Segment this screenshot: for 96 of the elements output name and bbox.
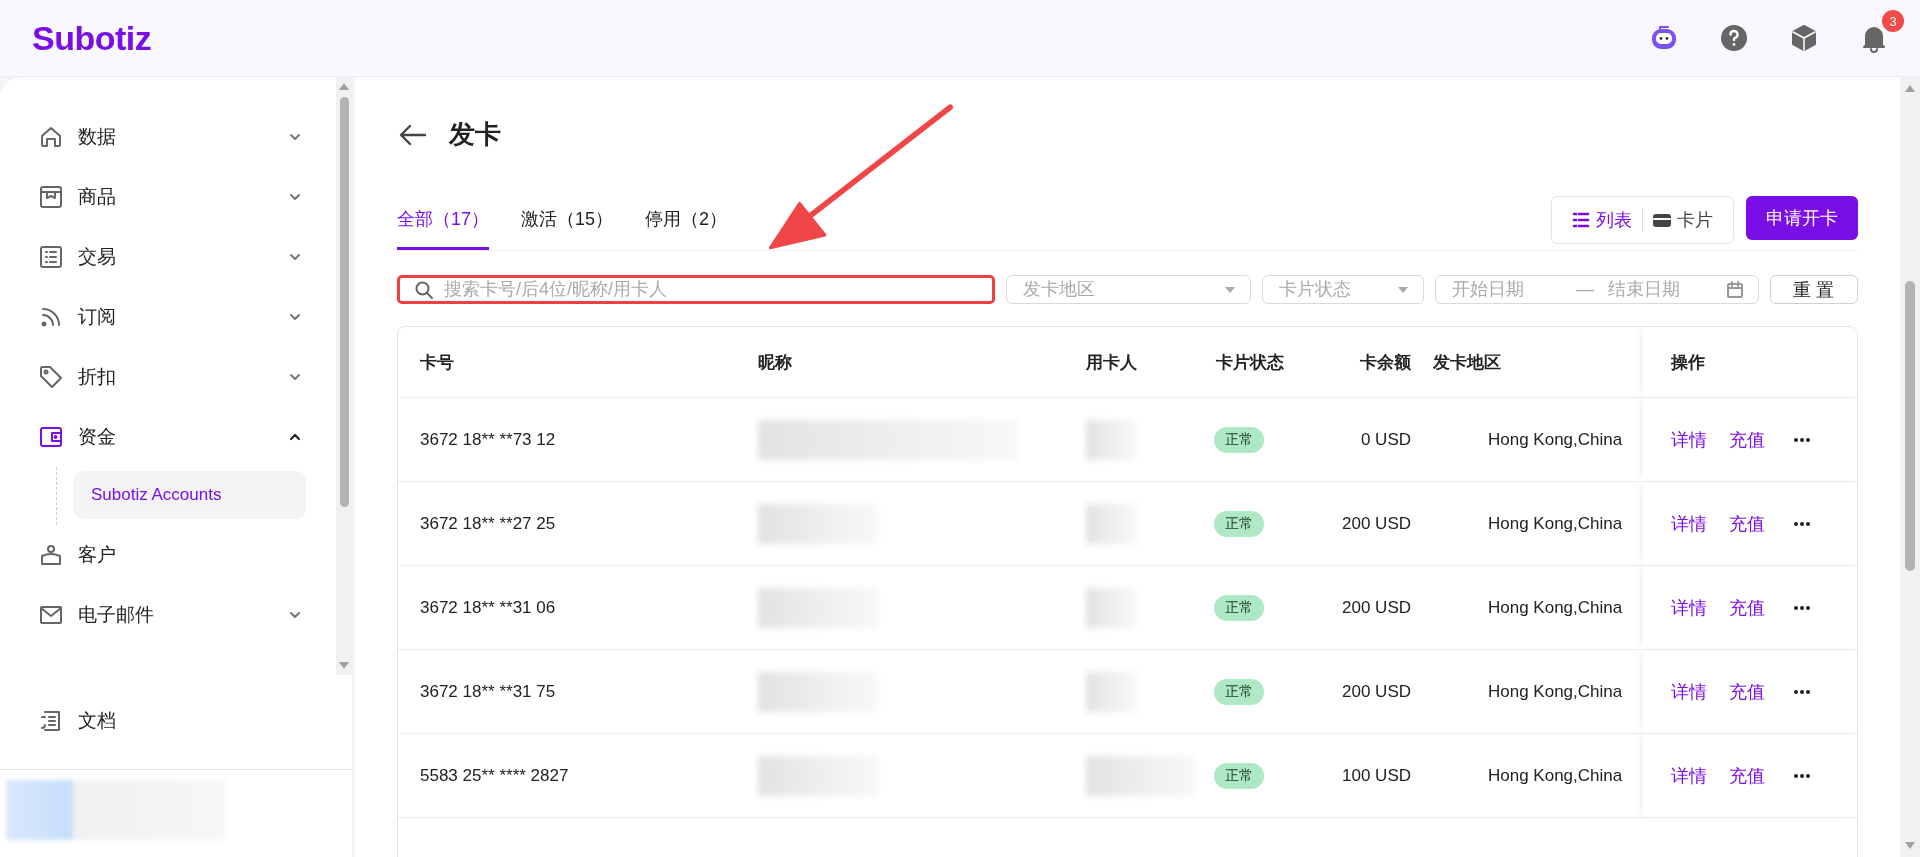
calendar-icon — [1726, 280, 1744, 299]
scroll-down-icon[interactable] — [337, 661, 351, 671]
table-cell-text: 200 USD — [1341, 597, 1411, 618]
table-cell-text: Hong Kong,China — [1487, 597, 1624, 618]
table-cell-text: 200 USD — [1341, 513, 1411, 534]
apply-card-button[interactable]: 申请开卡 — [1746, 196, 1858, 240]
nav-item[interactable]: 数据 — [38, 107, 336, 167]
column-header: 卡号 — [419, 351, 455, 374]
action-link[interactable]: 详情 — [1671, 427, 1707, 452]
blurred-text — [1086, 587, 1136, 628]
status-badge: 正常 — [1214, 762, 1264, 789]
logo[interactable]: Subotiz — [32, 18, 152, 58]
action-link[interactable]: 详情 — [1671, 763, 1707, 788]
action-link[interactable]: 详情 — [1671, 595, 1707, 620]
column-header: 操作 — [1671, 351, 1705, 374]
scrollbar[interactable] — [336, 77, 352, 675]
end-date-input[interactable]: 结束日期 — [1606, 278, 1710, 301]
status-badge: 正常 — [1214, 594, 1264, 621]
table-cell-text: 3672 18** **31 75 — [419, 681, 557, 702]
more-icon[interactable] — [1793, 520, 1811, 527]
nav-item[interactable]: 电子邮件 — [38, 585, 336, 645]
more-icon[interactable] — [1793, 436, 1811, 443]
notification-badge: 3 — [1882, 10, 1904, 32]
action-link[interactable]: 充值 — [1729, 679, 1765, 704]
nav-item[interactable]: 资金 — [38, 407, 336, 467]
house-icon — [38, 124, 64, 150]
action-link[interactable]: 充值 — [1729, 427, 1765, 452]
caret-icon — [1224, 285, 1236, 294]
dropdown-input[interactable]: 卡片状态 — [1277, 278, 1397, 301]
blurred-text — [1086, 503, 1136, 544]
help-icon[interactable] — [1718, 22, 1750, 54]
scrollbar[interactable] — [1900, 77, 1920, 857]
nav-subitem[interactable]: Subotiz Accounts — [73, 471, 306, 519]
column-header: 用卡人 — [1085, 351, 1138, 374]
more-icon[interactable] — [1793, 688, 1811, 695]
blurred-text — [1086, 671, 1136, 712]
table-cell-text: Hong Kong,China — [1487, 429, 1624, 450]
tag-icon — [38, 364, 64, 390]
person-icon — [38, 542, 64, 568]
scroll-up-icon[interactable] — [1903, 83, 1917, 93]
nav-item[interactable]: 文档 — [38, 691, 352, 751]
search-icon — [414, 279, 434, 300]
nav-item[interactable]: 交易 — [38, 227, 336, 287]
column-header: 卡余额 — [1359, 351, 1411, 374]
column-header: 发卡地区 — [1432, 351, 1502, 374]
action-link[interactable]: 充值 — [1729, 595, 1765, 620]
dropdown-field[interactable]: 卡片状态 — [1262, 275, 1424, 304]
nav-item[interactable]: 商品 — [38, 167, 336, 227]
action-link[interactable]: 详情 — [1671, 511, 1707, 536]
dropdown-input[interactable]: 发卡地区 — [1021, 278, 1224, 301]
nav-item[interactable]: 客户 — [38, 525, 336, 585]
nav-item[interactable]: 订阅 — [38, 287, 336, 347]
dropdown-field[interactable]: 发卡地区 — [1006, 275, 1251, 304]
status-badge: 正常 — [1214, 678, 1264, 705]
table-cell-text: Hong Kong,China — [1487, 765, 1624, 786]
storefront-icon — [38, 184, 64, 210]
scroll-up-icon[interactable] — [337, 81, 351, 91]
tab[interactable]: 停用（2） — [645, 207, 728, 250]
table-cell-text: 5583 25** **** 2827 — [419, 765, 570, 786]
table-cell-text: Hong Kong,China — [1487, 513, 1624, 534]
blurred-text — [1086, 419, 1136, 460]
table-cell-text: 200 USD — [1341, 681, 1411, 702]
tab[interactable]: 激活（15） — [521, 207, 614, 250]
start-date-input[interactable]: 开始日期 — [1450, 278, 1564, 301]
table-cell-text: 3672 18** **27 25 — [419, 513, 557, 534]
action-link[interactable]: 充值 — [1729, 511, 1765, 536]
table-cell-text: 0 USD — [1359, 429, 1411, 450]
table-cell-text: 100 USD — [1341, 765, 1411, 786]
table-cell-text: 3672 18** **73 12 — [419, 429, 557, 450]
view-option[interactable]: 列表 — [1566, 208, 1638, 232]
list-icon — [1572, 211, 1590, 229]
table-cell-text: 3672 18** **31 06 — [419, 597, 557, 618]
wallet-icon — [38, 424, 64, 450]
view-option[interactable]: 卡片 — [1647, 208, 1719, 232]
search-field[interactable]: 搜索卡号/后4位/昵称/用卡人 — [397, 275, 995, 304]
status-badge: 正常 — [1214, 426, 1264, 453]
reset-button[interactable]: 重 置 — [1770, 275, 1858, 304]
scrollbar-thumb[interactable] — [339, 97, 349, 507]
list-icon — [38, 244, 64, 270]
more-icon[interactable] — [1793, 604, 1811, 611]
column-header: 昵称 — [757, 351, 793, 374]
search-input[interactable]: 搜索卡号/后4位/昵称/用卡人 — [442, 278, 978, 301]
nav-item[interactable]: 折扣 — [38, 347, 336, 407]
column-header: 卡片状态 — [1215, 351, 1285, 374]
card-icon — [1653, 211, 1671, 229]
caret-icon — [1397, 285, 1409, 294]
more-icon[interactable] — [1793, 772, 1811, 779]
action-link[interactable]: 充值 — [1729, 763, 1765, 788]
status-badge: 正常 — [1214, 510, 1264, 537]
date-separator: — — [1576, 279, 1594, 300]
action-link[interactable]: 详情 — [1671, 679, 1707, 704]
page-title: 发卡 — [449, 118, 501, 151]
table-cell-text: Hong Kong,China — [1487, 681, 1624, 702]
scrollbar-thumb[interactable] — [1905, 281, 1915, 571]
tab[interactable]: 全部（17） — [397, 207, 490, 250]
scroll-down-icon[interactable] — [1903, 841, 1917, 851]
